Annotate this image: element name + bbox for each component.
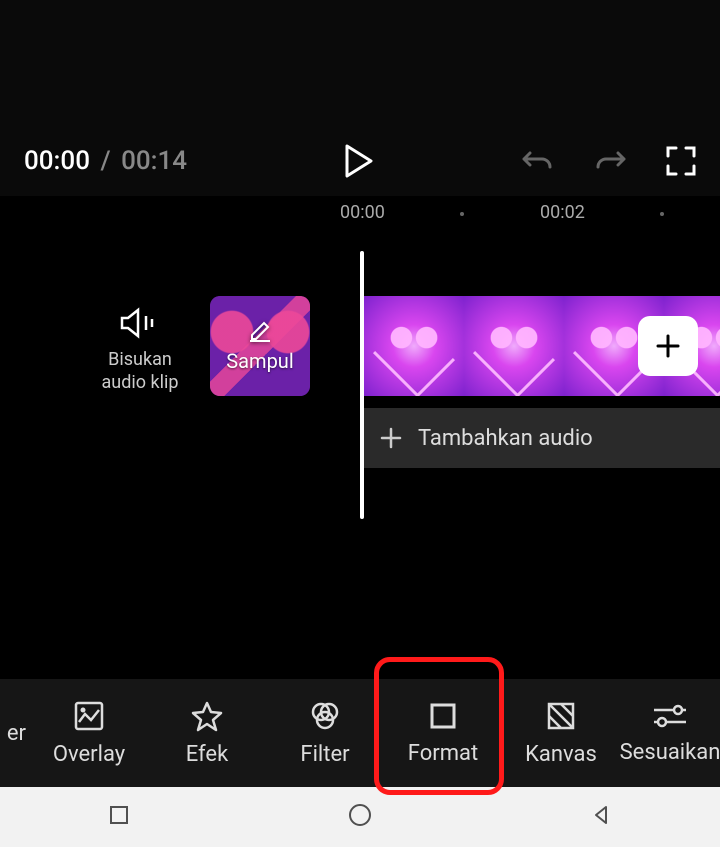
filter-icon [309, 700, 341, 732]
canvas-icon [545, 700, 577, 732]
toolbar-label: Sesuaikan [620, 740, 720, 765]
add-audio-button[interactable]: Tambahkan audio [364, 408, 720, 468]
toolbar-item-filter[interactable]: Filter [266, 700, 384, 767]
ruler-tick: 00:02 [540, 202, 585, 223]
format-icon [428, 701, 458, 731]
undo-button[interactable] [522, 147, 554, 175]
toolbar-item-overlay[interactable]: Overlay [30, 700, 148, 767]
toolbar-item-format[interactable]: Format [384, 701, 502, 766]
undo-icon [522, 147, 554, 175]
toolbar-label: Filter [300, 742, 349, 767]
video-clip-frame [464, 296, 564, 396]
video-clip-frame [364, 296, 464, 396]
redo-icon [594, 147, 626, 175]
add-audio-label: Tambahkan audio [418, 426, 593, 451]
timeline[interactable]: 00:00 00:02 Bisukan audio klip Sampul [0, 196, 720, 650]
add-clip-button[interactable] [638, 316, 698, 376]
toolbar-label: Format [408, 741, 478, 766]
plus-icon [380, 427, 402, 449]
back-icon [590, 804, 612, 826]
toolbar-label: Efek [186, 742, 229, 767]
toolbar-item-adjust[interactable]: Sesuaikan [620, 702, 720, 765]
mute-label: Bisukan audio klip [80, 348, 200, 395]
cover-thumbnail-image [210, 296, 310, 396]
mute-clip-button[interactable]: Bisukan audio klip [80, 306, 200, 395]
time-current: 00:00 [24, 146, 90, 176]
plus-icon [654, 332, 682, 360]
bottom-toolbar: er Overlay Efek Filter Format [0, 679, 720, 787]
ruler-dot [660, 212, 664, 216]
time-total: 00:14 [121, 146, 187, 176]
nav-home-button[interactable] [347, 802, 373, 832]
nav-recent-button[interactable] [108, 804, 130, 830]
playback-controls: 00:00 / 00:14 [0, 146, 720, 176]
play-icon [345, 144, 375, 178]
cover-thumbnail-button[interactable]: Sampul [210, 296, 310, 396]
edit-icon [248, 319, 272, 343]
nav-back-button[interactable] [590, 804, 612, 830]
home-icon [347, 802, 373, 828]
toolbar-label: Kanvas [525, 742, 597, 767]
fullscreen-button[interactable] [666, 146, 696, 176]
sliders-icon [652, 702, 688, 730]
recent-icon [108, 804, 130, 826]
toolbar-item-partial[interactable]: er [0, 721, 30, 746]
speaker-icon [120, 306, 160, 340]
cover-label: Sampul [226, 349, 293, 373]
play-button[interactable] [345, 144, 375, 178]
system-nav-bar [0, 787, 720, 847]
overlay-icon [73, 700, 105, 732]
time-separator: / [100, 146, 110, 176]
fullscreen-icon [666, 146, 696, 176]
ruler-tick: 00:00 [340, 202, 385, 223]
redo-button[interactable] [594, 147, 626, 175]
right-controls [522, 146, 696, 176]
toolbar-item-canvas[interactable]: Kanvas [502, 700, 620, 767]
toolbar-label: Overlay [53, 742, 125, 767]
video-preview: 00:00 / 00:14 [0, 0, 720, 196]
time-display: 00:00 / 00:14 [24, 146, 187, 176]
star-icon [191, 700, 223, 732]
toolbar-item-effects[interactable]: Efek [148, 700, 266, 767]
ruler-dot [460, 212, 464, 216]
timeline-ruler: 00:00 00:02 [0, 196, 720, 226]
toolbar-label: er [7, 721, 26, 746]
